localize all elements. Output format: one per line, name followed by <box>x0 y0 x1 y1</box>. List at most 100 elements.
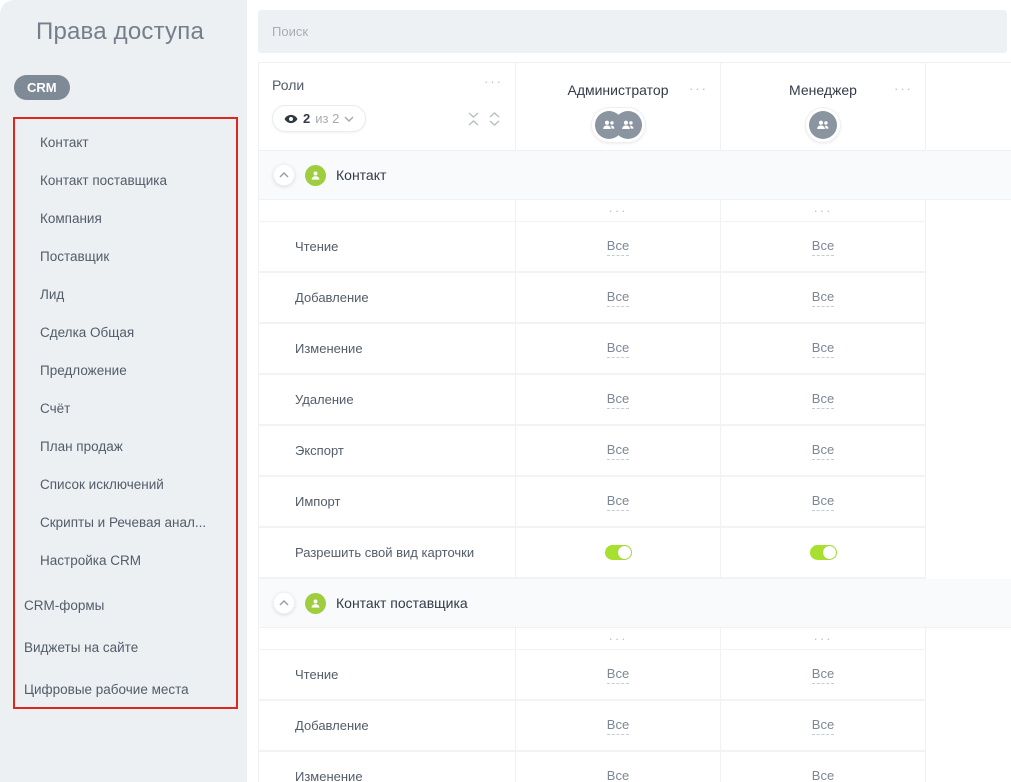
manager-permission-value[interactable]: Все <box>812 340 834 358</box>
roles-total-count: из 2 <box>315 111 339 126</box>
column-actions-row: ··· ··· <box>259 628 1011 650</box>
roles-header-cell: Роли ··· 2 из 2 <box>259 63 516 151</box>
main-content: Роли ··· 2 из 2 <box>247 0 1011 782</box>
manager-toggle-on[interactable] <box>810 545 837 560</box>
permission-label: Добавление <box>259 273 516 324</box>
manager-permission-value[interactable]: Все <box>812 768 834 782</box>
permission-label: Чтение <box>259 222 516 273</box>
search-bar <box>258 10 1007 53</box>
sidebar-item-contact[interactable]: Контакт <box>15 124 236 162</box>
manager-actions-cell: ··· <box>721 628 926 650</box>
permission-row-edit: Изменение Все Все <box>259 752 1011 782</box>
column-menu-icon[interactable]: ··· <box>609 634 628 644</box>
sidebar-item-supplier-contact[interactable]: Контакт поставщика <box>15 162 236 200</box>
sidebar-item-deal-general[interactable]: Сделка Общая <box>15 314 236 352</box>
admin-permission-value[interactable]: Все <box>607 238 629 256</box>
permission-label: Изменение <box>259 324 516 375</box>
manager-avatar[interactable] <box>805 107 841 143</box>
search-input[interactable] <box>258 24 1007 39</box>
sidebar-item-quote[interactable]: Предложение <box>15 352 236 390</box>
eye-icon <box>284 112 298 126</box>
collapse-section-icon[interactable] <box>273 592 295 614</box>
empty-cell <box>926 324 1011 375</box>
manager-permission-value[interactable]: Все <box>812 493 834 511</box>
contact-entity-icon <box>305 165 326 186</box>
sidebar-item-scripts-speech[interactable]: Скрипты и Речевая анал... <box>15 504 236 542</box>
empty-cell <box>926 628 1011 650</box>
manager-permission-value[interactable]: Все <box>812 666 834 684</box>
sidebar-item-digital-workplaces[interactable]: Цифровые рабочие места <box>15 669 236 711</box>
sidebar-item-company[interactable]: Компания <box>15 200 236 238</box>
manager-permission-value[interactable]: Все <box>812 289 834 307</box>
admin-permission-value[interactable]: Все <box>607 493 629 511</box>
empty-header-cell <box>926 63 1011 151</box>
column-manager-menu-icon[interactable]: ··· <box>894 84 913 94</box>
expand-all-icon[interactable] <box>488 111 501 127</box>
sidebar-item-lead[interactable]: Лид <box>15 276 236 314</box>
highlight-box: Контакт Контакт поставщика Компания Пост… <box>13 117 238 709</box>
spacer-cell <box>259 628 516 650</box>
table-header: Роли ··· 2 из 2 <box>259 63 1011 151</box>
sidebar-item-crm-forms[interactable]: CRM-формы <box>15 585 236 627</box>
crm-badge: CRM <box>14 75 70 100</box>
column-menu-icon[interactable]: ··· <box>814 206 833 216</box>
roles-menu-icon[interactable]: ··· <box>484 77 503 87</box>
column-menu-icon[interactable]: ··· <box>814 634 833 644</box>
empty-cell <box>926 528 1011 579</box>
section-header-supplier-contact: Контакт поставщика <box>259 579 1011 628</box>
permission-row-import: Импорт Все Все <box>259 477 1011 528</box>
permissions-table: Роли ··· 2 из 2 <box>258 62 1011 782</box>
column-menu-icon[interactable]: ··· <box>609 206 628 216</box>
manager-permission-value[interactable]: Все <box>812 238 834 256</box>
admin-permission-value[interactable]: Все <box>607 717 629 735</box>
section-title: Контакт поставщика <box>336 595 468 611</box>
permission-row-delete: Удаление Все Все <box>259 375 1011 426</box>
section-title: Контакт <box>336 167 386 183</box>
admin-actions-cell: ··· <box>516 200 721 222</box>
admin-permission-value[interactable]: Все <box>607 666 629 684</box>
admin-permission-value[interactable]: Все <box>607 340 629 358</box>
permission-row-export: Экспорт Все Все <box>259 426 1011 477</box>
empty-cell <box>926 701 1011 752</box>
access-rights-page: Права доступа CRM Контакт Контакт постав… <box>0 0 1011 782</box>
admin-permission-value[interactable]: Все <box>607 391 629 409</box>
group-avatar-icon <box>809 111 837 139</box>
permission-label: Удаление <box>259 375 516 426</box>
collapse-all-icon[interactable] <box>467 111 480 127</box>
empty-cell <box>926 426 1011 477</box>
roles-filter-chip[interactable]: 2 из 2 <box>272 105 366 132</box>
roles-shown-count: 2 <box>303 111 310 126</box>
sidebar-menu-root: CRM-формы Виджеты на сайте Цифровые рабо… <box>15 580 236 711</box>
permission-label: Чтение <box>259 650 516 701</box>
administrator-avatars[interactable] <box>591 107 646 143</box>
sidebar-item-invoice[interactable]: Счёт <box>15 390 236 428</box>
column-administrator: Администратор ··· <box>516 63 721 151</box>
chevron-down-icon <box>344 116 354 122</box>
permission-label: Разрешить свой вид карточки <box>259 528 516 579</box>
group-avatar-icon <box>614 111 642 139</box>
permission-label: Экспорт <box>259 426 516 477</box>
column-actions-row: ··· ··· <box>259 200 1011 222</box>
sidebar-item-crm-settings[interactable]: Настройка CRM <box>15 542 236 580</box>
permission-label: Изменение <box>259 752 516 782</box>
sidebar-item-exclusion-list[interactable]: Список исключений <box>15 466 236 504</box>
sidebar-item-sales-plan[interactable]: План продаж <box>15 428 236 466</box>
permission-row-custom-card-view: Разрешить свой вид карточки <box>259 528 1011 579</box>
manager-permission-value[interactable]: Все <box>812 717 834 735</box>
permission-row-add: Добавление Все Все <box>259 701 1011 752</box>
supplier-contact-entity-icon <box>305 593 326 614</box>
sidebar: Права доступа CRM Контакт Контакт постав… <box>0 0 247 782</box>
permission-label: Импорт <box>259 477 516 528</box>
collapse-section-icon[interactable] <box>273 164 295 186</box>
admin-toggle-on[interactable] <box>605 545 632 560</box>
manager-permission-value[interactable]: Все <box>812 391 834 409</box>
admin-permission-value[interactable]: Все <box>607 289 629 307</box>
sidebar-item-site-widgets[interactable]: Виджеты на сайте <box>15 627 236 669</box>
permission-row-add: Добавление Все Все <box>259 273 1011 324</box>
sidebar-item-supplier[interactable]: Поставщик <box>15 238 236 276</box>
admin-permission-value[interactable]: Все <box>607 442 629 460</box>
page-title: Права доступа <box>36 18 204 46</box>
column-administrator-menu-icon[interactable]: ··· <box>689 84 708 94</box>
manager-permission-value[interactable]: Все <box>812 442 834 460</box>
admin-permission-value[interactable]: Все <box>607 768 629 782</box>
